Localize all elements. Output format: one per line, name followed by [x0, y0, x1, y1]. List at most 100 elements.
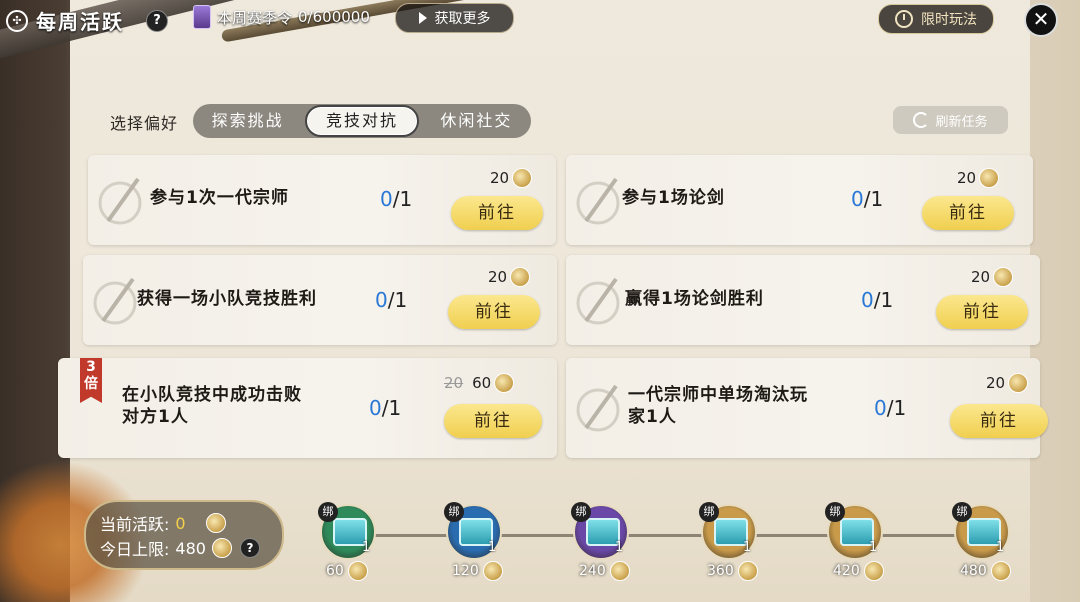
- task-progress: 0/1: [874, 396, 906, 420]
- reward-chest[interactable]: 绑1: [444, 502, 502, 560]
- season-value: 0/600000: [298, 8, 370, 26]
- coin-icon: [993, 267, 1014, 287]
- daily-limit: 今日上限: 480 ?: [100, 536, 260, 560]
- coin-icon: [347, 561, 368, 581]
- coin-icon: [1008, 373, 1029, 393]
- reward-chest[interactable]: 绑1: [318, 502, 376, 560]
- progress-current: 0: [861, 288, 874, 312]
- milestone-track: [340, 534, 980, 537]
- task-description: 参与1次一代宗师: [150, 188, 289, 208]
- page-title: 每周活跃: [36, 10, 124, 34]
- chest-count: 1: [615, 540, 624, 555]
- daily-limit-value: 480: [175, 538, 206, 558]
- progress-current: 0: [380, 187, 393, 211]
- coin-icon: [609, 561, 630, 581]
- bound-tag: 绑: [825, 502, 845, 522]
- badge-unit: 倍: [84, 376, 98, 392]
- close-button[interactable]: ✕: [1024, 3, 1058, 37]
- coin-icon: [211, 538, 232, 558]
- reward-amount: 20: [971, 268, 991, 286]
- reward-amount: 60: [472, 374, 492, 392]
- task-progress: 0/1: [380, 187, 412, 211]
- go-button[interactable]: 前往: [950, 404, 1048, 438]
- season-label: 本周赛季令: [217, 8, 293, 27]
- threshold-value: 420: [833, 563, 860, 579]
- chest-count: 1: [362, 540, 371, 555]
- task-progress: 0/1: [369, 396, 401, 420]
- bound-tag: 绑: [444, 502, 464, 522]
- reward-amount: 20: [957, 169, 977, 187]
- threshold-value: 240: [579, 563, 606, 579]
- go-button[interactable]: 前往: [922, 196, 1014, 230]
- coin-icon: [482, 561, 503, 581]
- play-arrow-icon: [418, 12, 427, 24]
- help-icon[interactable]: ?: [239, 538, 260, 558]
- task-progress: 0/1: [375, 288, 407, 312]
- limited-time-button[interactable]: 限时玩法: [878, 4, 994, 34]
- threshold-value: 120: [452, 563, 479, 579]
- task-line-2: 对方1人: [122, 407, 189, 427]
- preference-tabs: 探索挑战 竞技对抗 休闲社交: [193, 104, 531, 138]
- reward-amount: 20: [490, 169, 510, 187]
- tab-competitive[interactable]: 竞技对抗: [305, 105, 419, 137]
- task-description: 一代宗师中单场淘汰玩 家1人: [628, 384, 808, 428]
- task-card-bonus: 3倍 在小队竞技中成功击败 对方1人 0/1 20 60 前往: [58, 358, 557, 458]
- threshold-value: 480: [960, 563, 987, 579]
- help-icon[interactable]: ?: [146, 9, 168, 32]
- task-card: 赢得1场论剑胜利 0/1 20 前往: [566, 255, 1040, 345]
- progress-total: /1: [886, 396, 907, 420]
- reward-amount: 20: [986, 374, 1006, 392]
- sword-icon: [576, 177, 620, 225]
- progress-total: /1: [381, 396, 402, 420]
- task-line-1: 一代宗师中单场淘汰玩: [628, 385, 808, 405]
- reward-chest[interactable]: 绑1: [825, 502, 883, 560]
- task-description: 获得一场小队竞技胜利: [137, 289, 317, 309]
- triple-reward-badge: 3倍: [80, 358, 102, 403]
- current-activity: 当前活跃: 0: [100, 511, 226, 535]
- reward-chest[interactable]: 绑1: [571, 502, 629, 560]
- progress-total: /1: [863, 187, 884, 211]
- progress-total: /1: [873, 288, 894, 312]
- threshold-value: 60: [326, 563, 344, 579]
- coin-icon: [863, 561, 884, 581]
- task-line-2: 家1人: [628, 407, 677, 427]
- sword-icon: [576, 277, 620, 325]
- progress-current: 0: [851, 187, 864, 211]
- coin-icon: [979, 168, 1000, 188]
- task-progress: 0/1: [851, 187, 883, 211]
- chest-count: 1: [996, 540, 1005, 555]
- get-more-label: 获取更多: [434, 11, 491, 27]
- reward-chest[interactable]: 绑1: [699, 502, 757, 560]
- old-reward-amount: 20: [444, 374, 464, 392]
- task-reward: 20 60: [444, 373, 515, 393]
- badge-number: 3: [86, 359, 96, 375]
- refresh-tasks-button[interactable]: 刷新任务: [893, 106, 1008, 134]
- task-reward: 20: [957, 168, 1000, 188]
- reward-chest[interactable]: 绑1: [952, 502, 1010, 560]
- task-reward: 20: [986, 373, 1029, 393]
- go-button[interactable]: 前往: [451, 196, 543, 230]
- activity-logo-icon: ✣: [6, 9, 28, 32]
- sword-icon: [98, 177, 142, 225]
- go-button[interactable]: 前往: [936, 295, 1028, 329]
- header: ✣ 每周活跃 ?: [6, 6, 168, 35]
- activity-summary: 当前活跃: 0 今日上限: 480 ?: [84, 500, 284, 570]
- progress-total: /1: [392, 187, 413, 211]
- reward-amount: 20: [488, 268, 508, 286]
- bound-tag: 绑: [699, 502, 719, 522]
- coin-icon: [990, 561, 1011, 581]
- current-activity-value: 0: [175, 513, 186, 533]
- go-button[interactable]: 前往: [448, 295, 540, 329]
- clock-icon: [895, 10, 913, 28]
- tab-explore[interactable]: 探索挑战: [193, 104, 302, 138]
- task-reward: 20: [490, 168, 533, 188]
- go-button[interactable]: 前往: [444, 404, 542, 438]
- get-more-button[interactable]: 获取更多: [395, 3, 514, 33]
- preference-label: 选择偏好: [110, 114, 179, 133]
- tab-leisure[interactable]: 休闲社交: [422, 104, 531, 138]
- task-progress: 0/1: [861, 288, 893, 312]
- milestone-threshold: 420: [833, 561, 884, 581]
- coin-icon: [510, 267, 531, 287]
- progress-total: /1: [387, 288, 408, 312]
- refresh-label: 刷新任务: [935, 114, 988, 130]
